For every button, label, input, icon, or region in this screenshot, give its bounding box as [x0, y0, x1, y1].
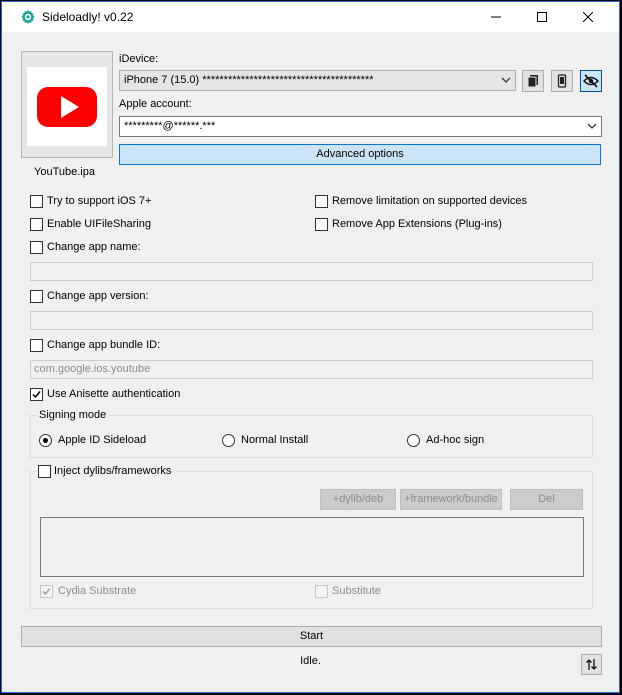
apple-account-value: *********@******.***: [124, 120, 216, 132]
inject-list[interactable]: [40, 517, 584, 577]
ios7-checkbox[interactable]: [30, 195, 43, 208]
app-version-input[interactable]: [30, 311, 593, 330]
inject-checkbox[interactable]: [38, 465, 51, 478]
checkmark-icon: [42, 588, 51, 596]
maximize-button[interactable]: [519, 2, 565, 32]
checkmark-icon: [32, 391, 41, 399]
apple-id-sideload-radio[interactable]: [39, 434, 52, 447]
cydia-substrate-label: Cydia Substrate: [58, 585, 137, 597]
cydia-substrate-checkbox[interactable]: [40, 585, 53, 598]
remove-limitation-checkbox[interactable]: [315, 195, 328, 208]
substitute-label: Substitute: [332, 585, 381, 597]
idevice-value: iPhone 7 (15.0) ************************…: [124, 74, 374, 86]
title-bar: Sideloadly! v0.22: [2, 2, 619, 32]
app-preview[interactable]: [21, 51, 113, 158]
normal-install-radio[interactable]: [222, 434, 235, 447]
remove-limitation-label: Remove limitation on supported devices: [332, 195, 528, 207]
change-version-label: Change app version:: [47, 290, 149, 302]
add-dylib-button[interactable]: +dylib/deb: [320, 489, 396, 510]
minimize-button[interactable]: [473, 2, 519, 32]
files-icon: [527, 75, 538, 88]
close-icon: [583, 12, 593, 22]
remove-extensions-checkbox[interactable]: [315, 218, 328, 231]
idevice-label: iDevice:: [119, 53, 159, 65]
adhoc-sign-label: Ad-hoc sign: [426, 434, 485, 446]
chevron-down-icon: [587, 123, 597, 129]
adhoc-sign-radio[interactable]: [407, 434, 420, 447]
sideloadly-app-icon: [21, 10, 35, 24]
change-version-checkbox[interactable]: [30, 290, 43, 303]
change-bundle-checkbox[interactable]: [30, 339, 43, 352]
youtube-app-icon: [27, 67, 107, 146]
advanced-options-button[interactable]: Advanced options: [119, 144, 601, 165]
minimize-icon: [491, 16, 501, 18]
add-framework-button[interactable]: +framework/bundle: [400, 489, 502, 510]
delete-button[interactable]: Del: [510, 489, 583, 510]
apple-id-sideload-label: Apple ID Sideload: [58, 434, 147, 446]
change-name-checkbox[interactable]: [30, 241, 43, 254]
apple-account-select[interactable]: *********@******.***: [119, 116, 602, 137]
normal-install-label: Normal Install: [241, 434, 309, 446]
ios7-label: Try to support iOS 7+: [47, 195, 152, 207]
signing-mode-title: Signing mode: [37, 409, 109, 421]
start-button[interactable]: Start: [21, 626, 602, 647]
hide-info-button[interactable]: [580, 70, 602, 92]
close-button[interactable]: [565, 2, 611, 32]
idevice-select[interactable]: iPhone 7 (15.0) ************************…: [119, 70, 516, 91]
sort-arrows-icon: [586, 659, 597, 670]
uifilesharing-label: Enable UIFileSharing: [47, 218, 151, 230]
log-toggle-button[interactable]: [581, 654, 602, 675]
change-bundle-label: Change app bundle ID:: [47, 339, 161, 351]
chevron-down-icon: [501, 77, 511, 83]
maximize-icon: [537, 12, 547, 22]
bundle-id-input[interactable]: com.google.ios.youtube: [30, 360, 593, 379]
anisette-checkbox[interactable]: [30, 388, 43, 401]
eye-slash-icon: [583, 74, 599, 88]
window-title: Sideloadly! v0.22: [42, 10, 134, 24]
anisette-label: Use Anisette authentication: [47, 388, 181, 400]
app-name-input[interactable]: [30, 262, 593, 281]
app-window: Sideloadly! v0.22 YouTube.ipa iDevice: i…: [1, 1, 620, 693]
files-button[interactable]: [522, 70, 544, 92]
remove-extensions-label: Remove App Extensions (Plug-ins): [332, 218, 502, 230]
substitute-checkbox[interactable]: [315, 585, 328, 598]
inject-label: Inject dylibs/frameworks: [54, 465, 172, 477]
uifilesharing-checkbox[interactable]: [30, 218, 43, 231]
app-filename: YouTube.ipa: [34, 166, 95, 178]
apple-account-label: Apple account:: [119, 98, 192, 110]
phone-icon: [557, 74, 567, 88]
status-text: Idle.: [300, 655, 321, 667]
change-name-label: Change app name:: [47, 241, 141, 253]
device-button[interactable]: [551, 70, 573, 92]
